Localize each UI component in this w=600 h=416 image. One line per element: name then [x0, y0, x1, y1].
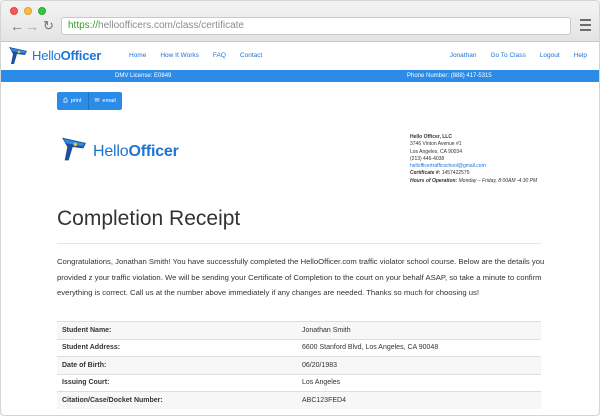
close-window-button[interactable]	[10, 7, 18, 15]
nav-link-how-it-works[interactable]: How It Works	[160, 52, 199, 59]
table-row: Date of Birth: 06/20/1983	[57, 356, 541, 374]
forward-arrow-icon[interactable]: →	[25, 19, 39, 33]
dmv-license: DMV License: E0849	[115, 73, 172, 79]
table-row: Student Name: Jonathan Smith	[57, 321, 541, 339]
nav-link-user[interactable]: Jonathan	[450, 52, 477, 59]
row-value: 06/20/1983	[297, 356, 541, 374]
receipt-brand-name: HelloOfficer	[93, 142, 179, 160]
nav-link-go-to-class[interactable]: Go To Class	[490, 52, 525, 59]
print-button[interactable]: ⎙ print	[57, 92, 89, 110]
nav-account-links: Jonathan Go To Class Logout Help	[450, 52, 599, 59]
site-navbar: HelloOfficer Home How It Works FAQ Conta…	[1, 42, 599, 70]
email-label: email	[102, 98, 116, 104]
row-label: Citation/Case/Docket Number:	[57, 391, 297, 409]
minimize-window-button[interactable]	[24, 7, 32, 15]
hours-of-operation: Hours of Operation: Monday – Friday, 8:0…	[410, 177, 538, 184]
intro-paragraph: Congratulations, Jonathan Smith! You hav…	[57, 257, 545, 297]
table-row: Issuing Court: Los Angeles	[57, 373, 541, 392]
nav-link-logout[interactable]: Logout	[540, 52, 560, 59]
company-phone: (213) 446-4038	[410, 155, 445, 162]
nav-link-faq[interactable]: FAQ	[213, 52, 226, 59]
email-button[interactable]: ✉ email	[88, 92, 122, 110]
row-value: 6600 Stanford Blvd, Los Angeles, CA 9004…	[297, 338, 541, 357]
nav-link-help[interactable]: Help	[574, 52, 587, 59]
row-label: Student Address:	[57, 338, 297, 357]
row-label: Date of Birth:	[57, 356, 297, 374]
refresh-icon[interactable]: ↻	[43, 19, 54, 33]
company-email-link[interactable]: hellofficertrafficschool@gmail.com	[410, 163, 537, 170]
page-title: Completion Receipt	[57, 207, 241, 230]
info-bar: DMV License: E0849 Phone Number: (888) 4…	[1, 70, 599, 82]
print-label: print	[70, 98, 82, 104]
brand-name: HelloOfficer	[32, 48, 102, 63]
address-bar[interactable]: https://helloofficers.com/class/certific…	[61, 17, 571, 35]
envelope-icon: ✉	[94, 98, 100, 104]
officer-hat-logo-icon	[59, 135, 89, 168]
company-name: Hello Officer, LLC	[410, 134, 452, 140]
window-controls	[10, 7, 46, 15]
nav-main-links: Home How It Works FAQ Contact	[129, 52, 276, 59]
phone-number: Phone Number: (888) 417-5315	[407, 73, 492, 79]
receipt-details-table: Student Name: Jonathan Smith Student Addre…	[57, 321, 541, 409]
row-value: Los Angeles	[297, 373, 541, 392]
row-value: Jonathan Smith	[297, 321, 541, 339]
company-address: Hello Officer, LLC 3746 Vinton Avenue #1…	[410, 134, 537, 185]
action-buttons: ⎙ print ✉ email	[57, 92, 122, 110]
table-row: Student Address: 6600 Stanford Blvd, Los …	[57, 338, 541, 357]
row-label: Issuing Court:	[57, 373, 297, 392]
maximize-window-button[interactable]	[38, 7, 46, 15]
url-scheme: https://	[68, 20, 99, 31]
brand-logo-link[interactable]: HelloOfficer	[7, 45, 101, 66]
browser-toolbar: ← → ↻ https://helloofficers.com/class/ce…	[1, 1, 599, 42]
nav-link-contact[interactable]: Contact	[240, 52, 262, 59]
row-value: ABC123FED4	[297, 391, 541, 409]
divider	[57, 243, 541, 244]
receipt-content: ⎙ print ✉ email HelloOfficer Hello Offic…	[1, 82, 599, 415]
certificate-number: Certificate #: 1457422575	[410, 170, 470, 177]
officer-hat-logo-icon	[7, 45, 29, 66]
company-street: 3746 Vinton Avenue #1	[410, 141, 462, 148]
table-row: Citation/Case/Docket Number: ABC123FED4	[57, 391, 541, 409]
row-label: Student Name:	[57, 321, 297, 339]
back-arrow-icon[interactable]: ←	[10, 19, 24, 33]
company-city: Los Angeles, CA 90034	[410, 148, 462, 155]
receipt-logo: HelloOfficer	[59, 135, 179, 168]
url-path: helloofficers.com/class/certificate	[98, 20, 244, 31]
browser-window: ← → ↻ https://helloofficers.com/class/ce…	[0, 0, 600, 416]
nav-link-home[interactable]: Home	[129, 52, 146, 59]
hamburger-menu-icon[interactable]	[580, 19, 591, 34]
printer-icon: ⎙	[63, 98, 68, 104]
